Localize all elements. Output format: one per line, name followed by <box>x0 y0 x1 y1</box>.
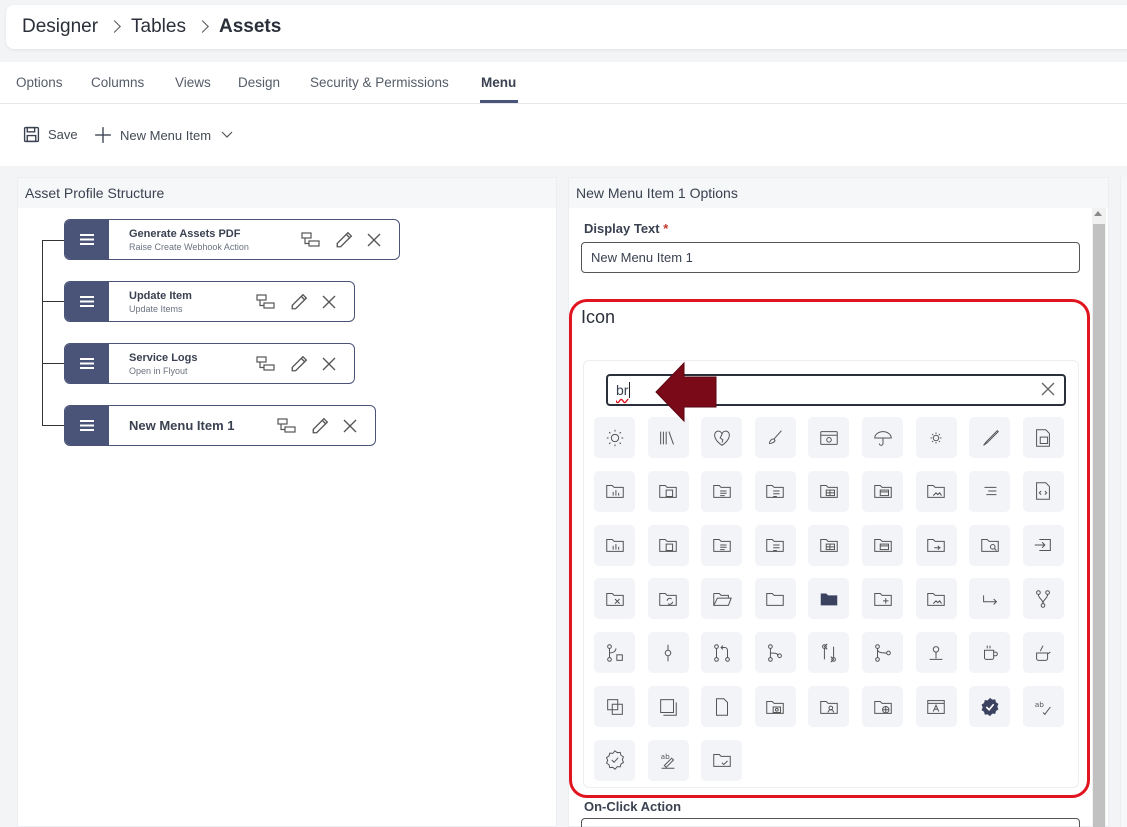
tree-connector <box>42 363 64 364</box>
save-button[interactable]: Save <box>23 126 78 143</box>
close-icon[interactable] <box>322 295 336 309</box>
pointer-arrow-icon <box>655 361 717 423</box>
chevron-right-icon <box>108 19 121 33</box>
add-child-icon[interactable] <box>256 355 276 372</box>
on-click-action-label: On-Click Action <box>584 799 682 814</box>
add-child-icon[interactable] <box>277 417 297 434</box>
edit-icon[interactable] <box>290 355 308 373</box>
add-child-icon[interactable] <box>256 293 276 310</box>
breadcrumb-designer[interactable]: Designer <box>22 16 98 38</box>
add-child-icon[interactable] <box>301 231 321 248</box>
breadcrumb-tables[interactable]: Tables <box>131 16 186 38</box>
menu-node-new-menu-item-1[interactable]: New Menu Item 1 <box>64 405 376 446</box>
tree-connector <box>42 240 43 425</box>
toolbar: Save New Menu Item <box>0 104 1127 166</box>
highlight-annotation <box>569 299 1090 798</box>
tab-views[interactable]: Views <box>175 75 211 90</box>
node-subtitle: Open in Flyout <box>129 365 188 376</box>
drag-handle-icon[interactable] <box>65 406 109 445</box>
tab-columns[interactable]: Columns <box>91 75 144 90</box>
edit-icon[interactable] <box>290 293 308 311</box>
chevron-right-icon <box>196 19 209 33</box>
menu-node-update-item[interactable]: Update Item Update Items <box>64 281 355 322</box>
drag-handle-icon[interactable] <box>65 344 109 383</box>
save-label: Save <box>48 127 78 142</box>
node-title: New Menu Item 1 <box>129 418 235 433</box>
tree-connector <box>42 301 64 302</box>
close-icon[interactable] <box>343 419 357 433</box>
node-title: Generate Assets PDF <box>129 227 241 240</box>
scrollbar-thumb[interactable] <box>1093 224 1105 827</box>
display-text-field[interactable]: New Menu Item 1 <box>581 242 1080 273</box>
menu-node-service-logs[interactable]: Service Logs Open in Flyout <box>64 343 355 384</box>
close-icon[interactable] <box>367 233 381 247</box>
drag-handle-icon[interactable] <box>65 220 109 259</box>
menu-node-generate-assets-pdf[interactable]: Generate Assets PDF Raise Create Webhook … <box>64 219 400 260</box>
drag-handle-icon[interactable] <box>65 282 109 321</box>
save-icon <box>23 126 40 143</box>
edit-icon[interactable] <box>335 231 353 249</box>
tab-menu[interactable]: Menu <box>481 75 516 90</box>
node-title: Update Item <box>129 289 192 302</box>
scroll-up-icon[interactable] <box>1094 211 1102 216</box>
tab-options[interactable]: Options <box>16 75 63 90</box>
node-title: Service Logs <box>129 351 198 364</box>
node-subtitle: Raise Create Webhook Action <box>129 241 249 252</box>
active-tab-indicator <box>480 100 518 103</box>
breadcrumb: Designer Tables Assets <box>6 5 1127 49</box>
node-subtitle: Update Items <box>129 303 183 314</box>
tab-design[interactable]: Design <box>238 75 280 90</box>
tree-connector <box>42 425 64 426</box>
edit-icon[interactable] <box>311 417 329 435</box>
panel-title: New Menu Item 1 Options <box>569 178 1108 208</box>
required-marker: * <box>663 221 669 236</box>
collapsed-panel <box>1120 177 1127 827</box>
tab-bar: Options Columns Views Design Security & … <box>0 62 1127 104</box>
chevron-down-icon[interactable] <box>221 131 233 139</box>
asset-profile-structure-panel: Asset Profile Structure Generate Assets … <box>17 177 557 827</box>
on-click-action-field[interactable] <box>581 818 1080 827</box>
display-text-label: Display Text * <box>584 221 669 236</box>
panel-title: Asset Profile Structure <box>18 178 556 208</box>
tab-security-permissions[interactable]: Security & Permissions <box>310 75 449 90</box>
new-menu-item-button[interactable]: New Menu Item <box>94 126 241 144</box>
close-icon[interactable] <box>322 357 336 371</box>
breadcrumb-current: Assets <box>218 16 282 37</box>
plus-icon <box>95 127 111 143</box>
tree-connector <box>42 240 64 241</box>
new-menu-item-label: New Menu Item <box>120 127 212 143</box>
